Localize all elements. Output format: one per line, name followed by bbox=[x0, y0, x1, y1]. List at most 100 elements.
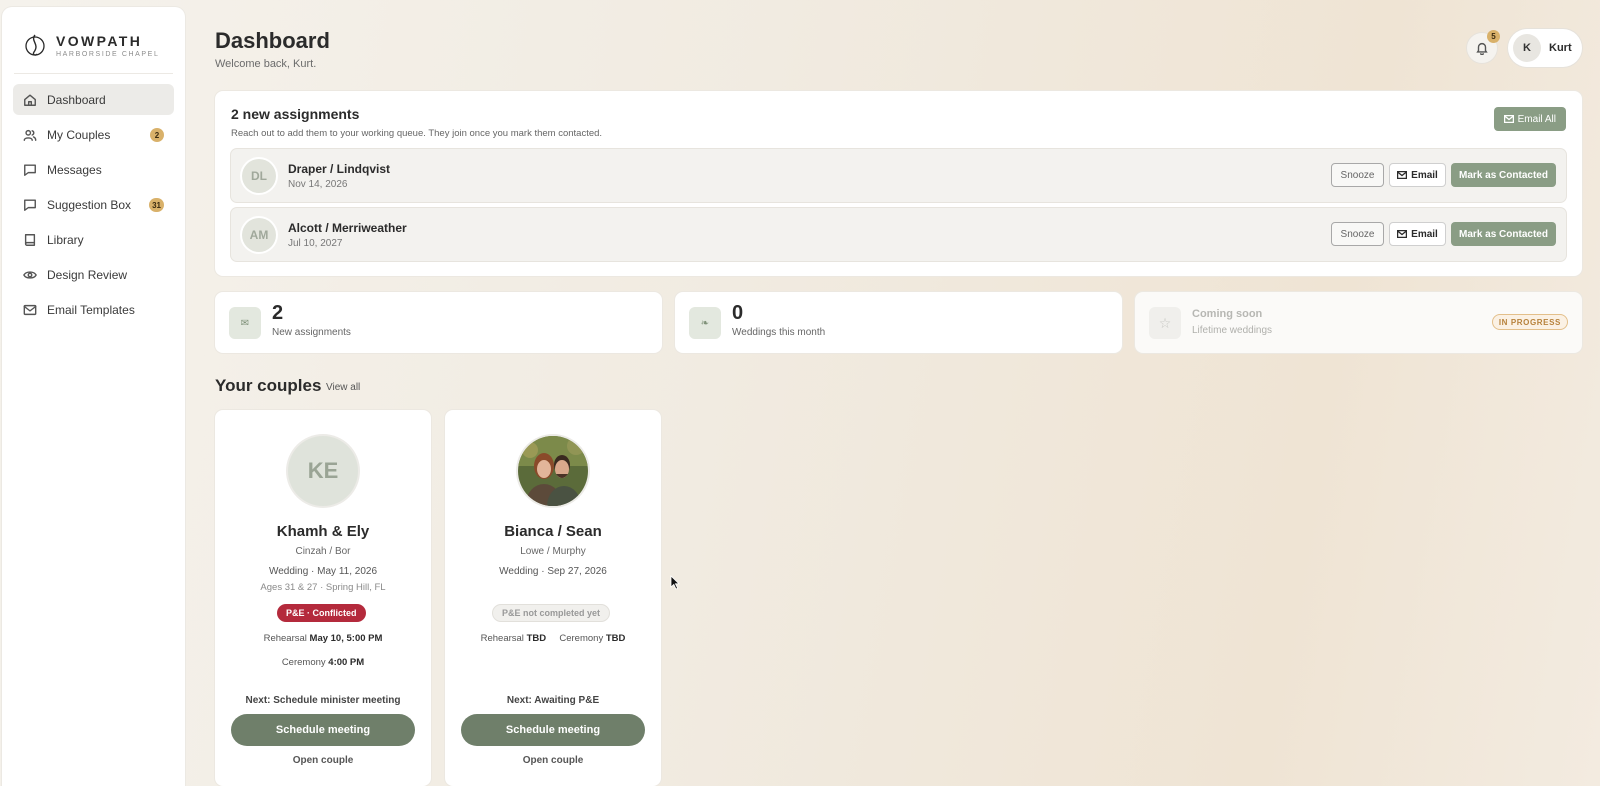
section-title: Your couples bbox=[215, 376, 322, 395]
stat-card-lifetime-weddings: ☆ Coming soon Lifetime weddings IN PROGR… bbox=[1135, 292, 1582, 353]
users-icon bbox=[23, 129, 37, 141]
page-subtitle: Welcome back, Kurt. bbox=[215, 58, 317, 70]
couple-photo-image bbox=[518, 436, 588, 506]
email-all-label: Email All bbox=[1517, 113, 1556, 125]
message-icon bbox=[24, 198, 36, 211]
sidebar-item-label: Suggestion Box bbox=[47, 197, 132, 212]
wedding-date: Wedding · May 11, 2026 bbox=[268, 566, 378, 577]
sidebar-item-label: Email Templates bbox=[47, 302, 135, 317]
rehearsal-label: Rehearsal bbox=[263, 633, 307, 644]
message-icon bbox=[24, 163, 36, 176]
couple-name: Khamh & Ely bbox=[276, 523, 370, 540]
mail-icon bbox=[1397, 230, 1408, 238]
count-badge: 2 bbox=[150, 128, 164, 142]
bell-icon bbox=[1476, 42, 1488, 55]
ceremony-label: Ceremony bbox=[559, 633, 604, 644]
wedding-date: Wedding · Sep 27, 2026 bbox=[499, 566, 607, 577]
mark-as-contacted-button[interactable]: Mark as Contacted bbox=[1451, 222, 1556, 246]
open-couple-link[interactable]: Open couple bbox=[445, 755, 661, 766]
next-step: Next: Awaiting P&E bbox=[506, 695, 600, 706]
new-assignments-panel: 2 new assignments Reach out to add them … bbox=[215, 91, 1582, 276]
email-label: Email bbox=[1411, 228, 1438, 240]
open-couple-link[interactable]: Open couple bbox=[215, 755, 431, 766]
rehearsal-value: TBD bbox=[526, 633, 547, 644]
stat-value: 2 bbox=[272, 302, 284, 324]
user-menu-button[interactable]: K Kurt bbox=[1508, 29, 1582, 67]
star-icon: ☆ bbox=[1149, 307, 1181, 339]
mark-as-contacted-button[interactable]: Mark as Contacted bbox=[1451, 163, 1556, 187]
status-badge: P&E not completed yet bbox=[492, 604, 611, 622]
stat-label: New assignments bbox=[272, 327, 351, 338]
assignments-title: 2 new assignments bbox=[231, 106, 360, 122]
sidebar-item-email-templates[interactable]: Email Templates bbox=[13, 294, 174, 325]
brand-subtitle: HARBORSIDE CHAPEL bbox=[56, 50, 160, 58]
rehearsal-ceremony-times: Rehearsal TBD Ceremony TBD bbox=[445, 633, 661, 644]
sidebar-item-suggestion-box[interactable]: Suggestion Box 31 bbox=[13, 189, 174, 220]
assignment-couple-name: Draper / Lindqvist bbox=[288, 162, 391, 176]
user-name: Kurt bbox=[1549, 42, 1572, 54]
email-button[interactable]: Email bbox=[1389, 222, 1446, 246]
stat-label: Lifetime weddings bbox=[1192, 325, 1273, 336]
rehearsal-time: Rehearsal May 10, 5:00 PM bbox=[215, 633, 431, 644]
coming-soon-text: Coming soon bbox=[1192, 308, 1263, 320]
ceremony-value: TBD bbox=[605, 633, 626, 644]
avatar: KE bbox=[288, 436, 358, 506]
sidebar: VOWPATH HARBORSIDE CHAPEL Dashboard My C… bbox=[2, 7, 185, 786]
couple-card[interactable]: KE Khamh & Ely Cinzah / Bor Wedding · Ma… bbox=[215, 410, 431, 786]
brand[interactable]: VOWPATH HARBORSIDE CHAPEL bbox=[2, 7, 185, 65]
sidebar-item-label: Design Review bbox=[47, 267, 128, 282]
sidebar-item-my-couples[interactable]: My Couples 2 bbox=[13, 119, 174, 150]
schedule-meeting-button[interactable]: Schedule meeting bbox=[461, 714, 645, 746]
sidebar-nav: Dashboard My Couples 2 Messages Suggesti… bbox=[2, 84, 185, 325]
notifications-button[interactable]: 5 bbox=[1467, 30, 1500, 63]
snooze-button[interactable]: Snooze bbox=[1331, 163, 1384, 187]
sidebar-item-label: Library bbox=[47, 232, 84, 247]
assignment-date: Nov 14, 2026 bbox=[288, 179, 348, 190]
couple-photo bbox=[518, 436, 588, 506]
couple-surnames: Cinzah / Bor bbox=[295, 546, 351, 557]
snooze-button[interactable]: Snooze bbox=[1331, 222, 1384, 246]
assignment-row: DL Draper / Lindqvist Nov 14, 2026 Snooz… bbox=[231, 149, 1566, 202]
sidebar-item-dashboard[interactable]: Dashboard bbox=[13, 84, 174, 115]
rehearsal-value: May 10, 5:00 PM bbox=[309, 633, 383, 644]
ceremony-value: 4:00 PM bbox=[328, 657, 365, 668]
status-badge: P&E · Conflicted bbox=[277, 604, 366, 622]
mail-icon bbox=[1503, 115, 1514, 123]
status-badge: IN PROGRESS bbox=[1491, 314, 1568, 330]
sidebar-item-label: My Couples bbox=[47, 127, 111, 142]
sidebar-item-label: Dashboard bbox=[47, 92, 106, 107]
assignments-description: Reach out to add them to your working qu… bbox=[231, 128, 603, 139]
brand-name: VOWPATH bbox=[56, 32, 143, 49]
book-icon bbox=[24, 233, 36, 246]
assignment-couple-name: Alcott / Merriweather bbox=[288, 221, 407, 235]
notification-count-badge: 5 bbox=[1487, 30, 1500, 43]
vowpath-logo-icon bbox=[25, 34, 45, 56]
assignment-date: Jul 10, 2027 bbox=[288, 238, 343, 249]
sidebar-item-library[interactable]: Library bbox=[13, 224, 174, 255]
view-all-link[interactable]: View all bbox=[326, 382, 360, 393]
rehearsal-label: Rehearsal bbox=[480, 633, 524, 644]
couple-ages-location: Ages 31 & 27 · Spring Hill, FL bbox=[260, 582, 386, 593]
stat-card-new-assignments: ✉ 2 New assignments bbox=[215, 292, 662, 353]
count-badge: 31 bbox=[149, 198, 164, 212]
home-icon bbox=[24, 93, 36, 106]
ceremony-label: Ceremony bbox=[281, 657, 326, 668]
divider bbox=[14, 73, 173, 74]
couple-card[interactable]: Bianca / Sean Lowe / Murphy Wedding · Se… bbox=[445, 410, 661, 786]
stat-card-weddings-this-month: ❧ 0 Weddings this month bbox=[675, 292, 1122, 353]
email-all-button[interactable]: Email All bbox=[1493, 107, 1566, 131]
page-title: Dashboard bbox=[215, 28, 330, 53]
email-button[interactable]: Email bbox=[1389, 163, 1446, 187]
couple-name: Bianca / Sean bbox=[504, 523, 602, 540]
sidebar-item-messages[interactable]: Messages bbox=[13, 154, 174, 185]
sidebar-item-label: Messages bbox=[47, 162, 102, 177]
sidebar-item-design-review[interactable]: Design Review bbox=[13, 259, 174, 290]
mouse-cursor-icon bbox=[670, 575, 680, 590]
ceremony-time: Ceremony 4:00 PM bbox=[215, 657, 431, 668]
next-step: Next: Schedule minister meeting bbox=[245, 695, 401, 706]
email-label: Email bbox=[1411, 169, 1438, 181]
schedule-meeting-button[interactable]: Schedule meeting bbox=[231, 714, 415, 746]
couple-surnames: Lowe / Murphy bbox=[520, 546, 586, 557]
avatar: AM bbox=[242, 218, 276, 252]
stat-value: 0 bbox=[732, 302, 744, 324]
